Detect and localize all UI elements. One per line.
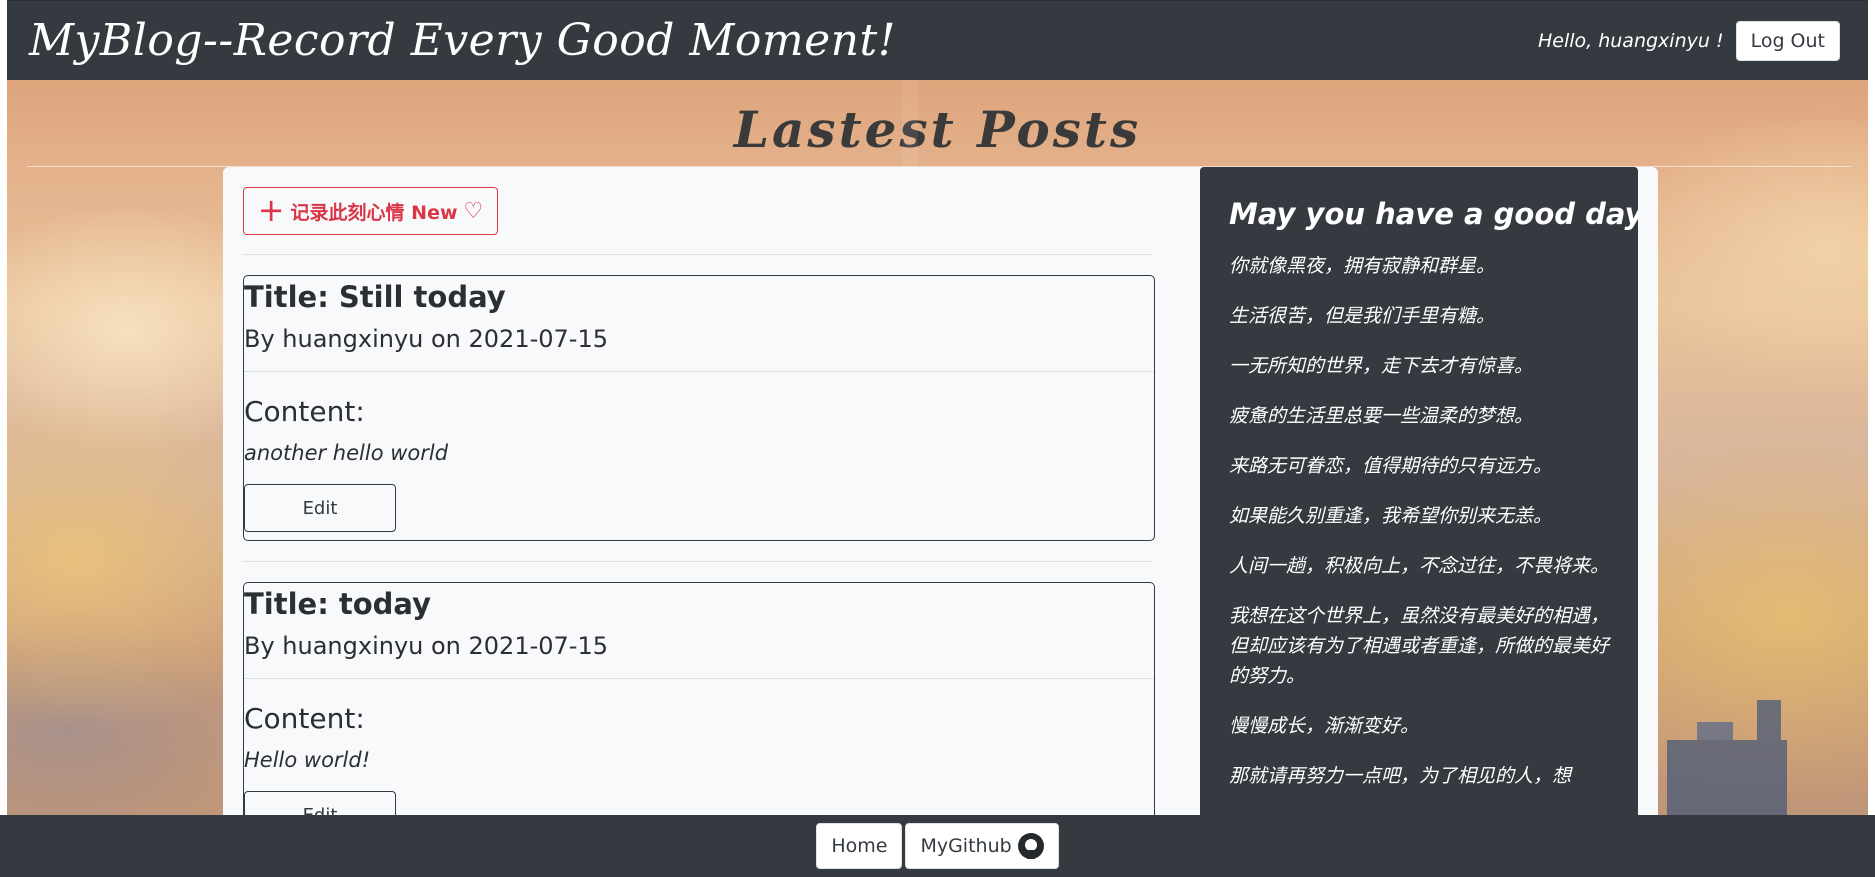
home-label: Home xyxy=(831,835,888,857)
github-icon xyxy=(1017,833,1044,859)
post-content-label: Content: xyxy=(244,702,365,735)
github-button[interactable]: MyGithub xyxy=(905,823,1059,869)
quote-line: 如果能久别重逢，我希望你别来无恙。 xyxy=(1229,505,1553,527)
top-navbar: MyBlog--Record Every Good Moment! Hello,… xyxy=(7,0,1868,80)
new-post-button[interactable]: + 记录此刻心情 New ♡ xyxy=(243,187,498,235)
quote-line: 生活很苦，但是我们手里有糖。 xyxy=(1229,305,1496,327)
quote-line: 疲惫的生活里总要一些温柔的梦想。 xyxy=(1229,405,1534,427)
content-panel: + 记录此刻心情 New ♡ Title: Still today By hua… xyxy=(223,167,1658,877)
quote-line: 来路无可眷恋，值得期待的只有远方。 xyxy=(1229,455,1553,477)
quotes-sidebar: May you have a good day! 你就像黑夜，拥有寂静和群星。 … xyxy=(1200,167,1638,877)
logout-button[interactable]: Log Out xyxy=(1735,20,1840,61)
footer-bar: Home MyGithub xyxy=(0,815,1875,877)
divider xyxy=(243,561,1153,562)
post-header: Title: today By huangxinyu on 2021-07-15 xyxy=(244,583,1154,679)
post-content-label: Content: xyxy=(244,395,365,428)
brand-title[interactable]: MyBlog--Record Every Good Moment! xyxy=(29,15,896,66)
skyline-silhouette xyxy=(1667,700,1787,820)
plus-icon: + xyxy=(257,190,285,229)
post-title[interactable]: Title: today xyxy=(244,583,1154,623)
edit-button[interactable]: Edit xyxy=(244,484,396,532)
heart-icon: ♡ xyxy=(463,198,484,224)
user-greeting: Hello, huangxinyu ! xyxy=(1537,29,1724,52)
home-button[interactable]: Home xyxy=(816,823,903,869)
post-header: Title: Still today By huangxinyu on 2021… xyxy=(244,276,1154,372)
nav-user-area: Hello, huangxinyu ! Log Out xyxy=(1537,20,1840,61)
new-post-label: 记录此刻心情 New xyxy=(290,201,458,224)
post-meta: By huangxinyu on 2021-07-15 xyxy=(244,325,608,353)
post-body: another hello world xyxy=(244,441,449,465)
quote-line: 我想在这个世界上，虽然没有最美好的相遇，但却应该有为了相遇或者重逢，所做的最美好… xyxy=(1229,605,1610,687)
quote-line: 那就请再努力一点吧，为了相见的人，想 xyxy=(1229,765,1572,787)
post-meta: By huangxinyu on 2021-07-15 xyxy=(244,632,608,660)
post-title[interactable]: Title: Still today xyxy=(244,276,1154,316)
quote-line: 人间一趟，积极向上，不念过往，不畏将来。 xyxy=(1229,555,1610,577)
quote-line: 你就像黑夜，拥有寂静和群星。 xyxy=(1229,255,1496,277)
post-card: Title: Still today By huangxinyu on 2021… xyxy=(243,275,1155,541)
background-image: MyBlog--Record Every Good Moment! Hello,… xyxy=(7,0,1868,877)
sidebar-heading: May you have a good day! xyxy=(1229,197,1638,231)
divider xyxy=(243,254,1153,255)
quote-line: 一无所知的世界，走下去才有惊喜。 xyxy=(1229,355,1534,377)
github-label: MyGithub xyxy=(920,835,1012,857)
post-body: Hello world! xyxy=(244,748,371,772)
page-title: Lastest Posts xyxy=(733,100,1142,159)
quote-line: 慢慢成长，渐渐变好。 xyxy=(1229,715,1420,737)
